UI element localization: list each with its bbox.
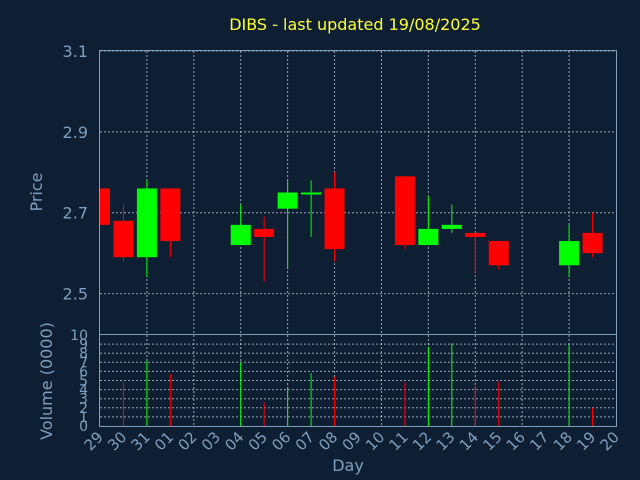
candle bbox=[582, 212, 603, 258]
price-y-tick-label: 3.1 bbox=[63, 42, 88, 61]
candle bbox=[324, 172, 345, 262]
candle-body bbox=[488, 241, 509, 266]
x-tick-label: 14 bbox=[456, 428, 482, 454]
price-y-tick-label: 2.5 bbox=[63, 285, 88, 304]
x-tick-label: 05 bbox=[245, 428, 271, 454]
chart-title: DIBS - last updated 19/08/2025 bbox=[229, 15, 481, 34]
candle-body bbox=[418, 228, 439, 246]
x-tick-label: 13 bbox=[432, 428, 458, 454]
x-tick-label: 03 bbox=[198, 428, 224, 454]
x-tick-label: 18 bbox=[550, 428, 576, 454]
price-y-ticks: 3.1 2.9 2.7 2.5 bbox=[63, 42, 88, 304]
candle-body bbox=[113, 220, 134, 258]
candle-body bbox=[301, 192, 322, 195]
candle-body bbox=[394, 176, 415, 246]
x-tick-label: 09 bbox=[339, 428, 365, 454]
candle bbox=[136, 180, 157, 278]
candle-body bbox=[559, 241, 580, 266]
x-tick-label: 02 bbox=[174, 428, 200, 454]
candlestick-chart: DIBS - last updated 19/08/2025 3.1 2.9 2.7… bbox=[27, 15, 623, 475]
x-tick-label: 11 bbox=[386, 428, 412, 454]
x-tick-label: 19 bbox=[573, 428, 599, 454]
volume-gridlines bbox=[100, 335, 616, 426]
x-tick-label: 15 bbox=[479, 428, 505, 454]
x-tick-label: 10 bbox=[362, 428, 388, 454]
candle-body bbox=[254, 228, 275, 237]
volume-axis-label: Volume (0000) bbox=[37, 322, 56, 440]
x-axis-label: Day bbox=[332, 456, 364, 475]
x-tick-label: 31 bbox=[128, 428, 154, 454]
candle bbox=[418, 196, 439, 246]
candle bbox=[160, 188, 181, 258]
candle bbox=[277, 180, 298, 270]
y-axis-label: Price bbox=[27, 172, 46, 211]
candle-body bbox=[230, 224, 251, 246]
candle-body bbox=[160, 188, 181, 242]
candle-body bbox=[465, 232, 486, 237]
candle bbox=[254, 216, 275, 282]
price-y-tick-label: 2.7 bbox=[63, 204, 88, 223]
candle-body bbox=[100, 188, 110, 225]
volume-y-ticks: 012345678910 bbox=[70, 328, 88, 435]
candle bbox=[559, 224, 580, 278]
x-tick-label: 17 bbox=[526, 428, 552, 454]
candles bbox=[99, 172, 603, 282]
x-tick-label: 07 bbox=[292, 428, 318, 454]
volume-y-tick-label: 10 bbox=[70, 328, 88, 344]
x-tick-label: 06 bbox=[268, 428, 294, 454]
candle-body bbox=[441, 224, 462, 229]
x-tick-label: 01 bbox=[151, 428, 177, 454]
x-tick-label: 12 bbox=[409, 428, 435, 454]
candle bbox=[441, 204, 462, 233]
x-tick-label: 20 bbox=[597, 428, 623, 454]
candle-body bbox=[324, 188, 345, 250]
x-ticks: 2930310102030405060708091011121314151617… bbox=[81, 428, 623, 454]
x-tick-label: 08 bbox=[315, 428, 341, 454]
candle bbox=[301, 180, 322, 237]
candle bbox=[488, 241, 509, 270]
x-tick-label: 30 bbox=[104, 428, 130, 454]
x-tick-label: 16 bbox=[503, 428, 529, 454]
price-y-tick-label: 2.9 bbox=[63, 123, 88, 142]
candle bbox=[230, 204, 251, 246]
candle bbox=[465, 232, 486, 274]
candle bbox=[394, 176, 415, 250]
candle-body bbox=[277, 192, 298, 209]
candle bbox=[99, 188, 110, 225]
candle-body bbox=[136, 188, 157, 258]
x-tick-label: 04 bbox=[221, 428, 247, 454]
candle-body bbox=[582, 232, 603, 254]
